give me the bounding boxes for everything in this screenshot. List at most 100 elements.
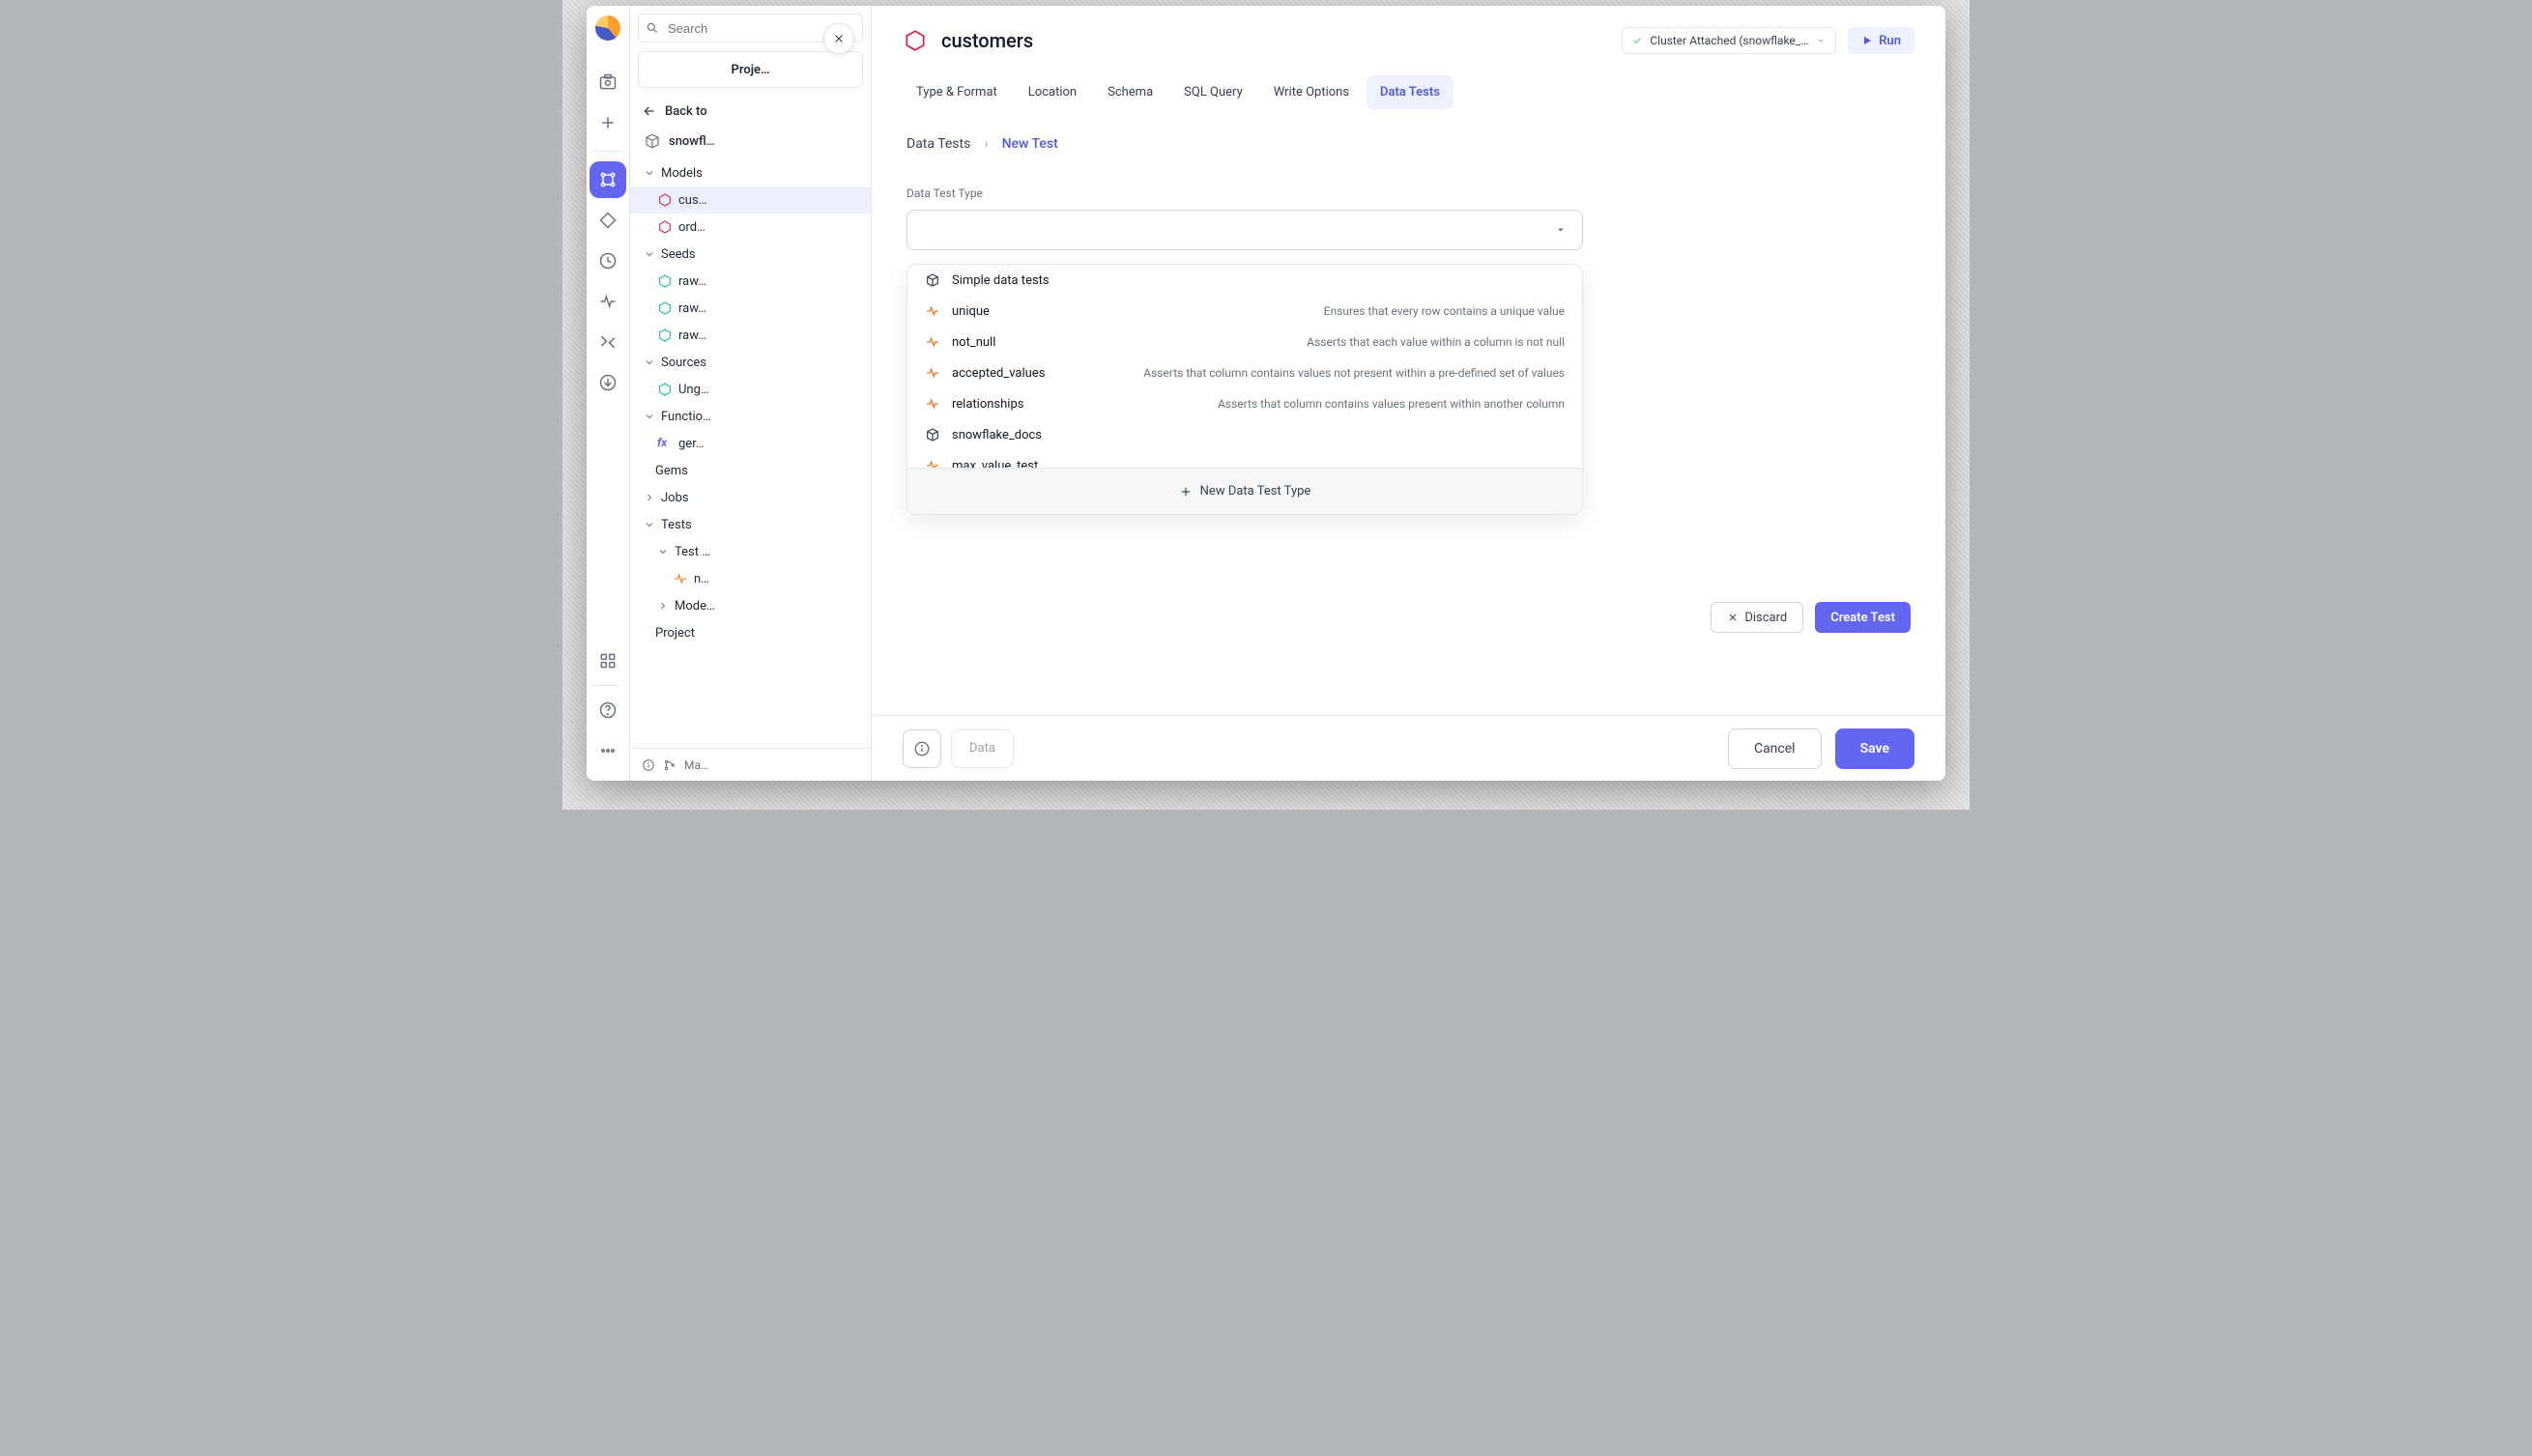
cube-icon bbox=[925, 427, 940, 443]
branch-icon bbox=[663, 758, 676, 772]
play-icon bbox=[1861, 35, 1873, 46]
dropdown-option-accepted-values[interactable]: accepted_valuesAsserts that column conta… bbox=[907, 357, 1582, 388]
tree-source-0[interactable]: Ung… bbox=[630, 376, 871, 403]
plus-icon bbox=[1179, 485, 1193, 499]
discard-button[interactable]: Discard bbox=[1711, 602, 1803, 633]
tab-write-options[interactable]: Write Options bbox=[1260, 75, 1363, 109]
close-icon bbox=[1727, 612, 1739, 623]
tree-model-customers[interactable]: cus… bbox=[630, 186, 871, 214]
tree-jobs[interactable]: Jobs bbox=[630, 484, 871, 511]
crumb-data-tests[interactable]: Data Tests bbox=[906, 136, 970, 152]
rail-download-icon[interactable] bbox=[590, 364, 626, 401]
run-button[interactable]: Run bbox=[1848, 27, 1914, 54]
cancel-button[interactable]: Cancel bbox=[1728, 728, 1822, 769]
tree-mode[interactable]: Mode… bbox=[630, 592, 871, 619]
dropdown-option-snowflake-docs[interactable]: snowflake_docs bbox=[907, 419, 1582, 450]
run-label: Run bbox=[1879, 34, 1901, 48]
hex-icon bbox=[657, 273, 673, 289]
cube-icon bbox=[925, 272, 940, 288]
close-icon bbox=[832, 32, 846, 45]
chevron-down-icon bbox=[1816, 36, 1826, 45]
sidebar-project-row[interactable]: snowfl… bbox=[630, 125, 871, 157]
tree-sources[interactable]: Sources bbox=[630, 349, 871, 376]
rail-help-icon[interactable] bbox=[590, 692, 626, 728]
tree-gems[interactable]: Gems bbox=[630, 457, 871, 484]
tree-func-0[interactable]: fxger… bbox=[630, 430, 871, 457]
rail-add-icon[interactable] bbox=[590, 104, 626, 141]
pulse-icon bbox=[925, 396, 940, 412]
project-header[interactable]: Proje… bbox=[638, 51, 863, 88]
rail-diamond-icon[interactable] bbox=[590, 202, 626, 239]
tree-seed-2[interactable]: raw… bbox=[630, 322, 871, 349]
sidebar: Proje… Back to snowfl… Models cus… ord… … bbox=[630, 6, 872, 781]
dropdown-option-max-value-test[interactable]: max_value_test bbox=[907, 450, 1582, 468]
info-icon bbox=[913, 740, 931, 757]
tab-location[interactable]: Location bbox=[1015, 75, 1090, 109]
discard-label: Discard bbox=[1744, 611, 1787, 625]
new-data-test-type-button[interactable]: New Data Test Type bbox=[907, 468, 1582, 514]
pulse-icon bbox=[925, 334, 940, 350]
rail-history-icon[interactable] bbox=[590, 243, 626, 279]
dropdown-option-name: Simple data tests bbox=[952, 273, 1050, 288]
tree-functions[interactable]: Functio… bbox=[630, 403, 871, 430]
dropdown-option-name: snowflake_docs bbox=[952, 428, 1042, 443]
sidebar-footer-label: Ma… bbox=[684, 758, 708, 772]
field-label: Data Test Type bbox=[906, 186, 1583, 200]
pulse-icon bbox=[673, 571, 688, 586]
pulse-icon bbox=[925, 303, 940, 319]
data-pill[interactable]: Data bbox=[951, 729, 1014, 768]
tree-test-sub-0[interactable]: n… bbox=[630, 565, 871, 592]
rail-apps-icon[interactable] bbox=[590, 642, 626, 679]
fx-icon: fx bbox=[657, 436, 673, 451]
info-button[interactable] bbox=[903, 729, 941, 768]
tree-models[interactable]: Models bbox=[630, 159, 871, 186]
tab-schema[interactable]: Schema bbox=[1094, 75, 1166, 109]
tree-tests[interactable]: Tests bbox=[630, 511, 871, 538]
info-icon bbox=[642, 758, 655, 772]
sidebar-tree: Models cus… ord… Seeds raw… raw… raw… So… bbox=[630, 157, 871, 648]
dropdown-option-name: accepted_values bbox=[952, 366, 1045, 381]
tree-model-orders[interactable]: ord… bbox=[630, 214, 871, 241]
cluster-label: Cluster Attached (snowflake_… bbox=[1650, 34, 1808, 47]
rail-config-icon[interactable] bbox=[590, 324, 626, 360]
sidebar-project-name: snowfl… bbox=[669, 134, 715, 149]
dropdown-footer-label: New Data Test Type bbox=[1200, 484, 1311, 499]
dropdown-option-name: unique bbox=[952, 304, 990, 319]
tab-data-tests[interactable]: Data Tests bbox=[1367, 75, 1453, 109]
tab-type-format[interactable]: Type & Format bbox=[903, 75, 1011, 109]
back-button[interactable]: Back to bbox=[630, 98, 871, 125]
hex-icon bbox=[657, 382, 673, 397]
tab-sql-query[interactable]: SQL Query bbox=[1170, 75, 1256, 109]
check-icon bbox=[1632, 36, 1642, 45]
create-test-button[interactable]: Create Test bbox=[1815, 602, 1911, 633]
main-area: customers Cluster Attached (snowflake_… … bbox=[872, 6, 1945, 781]
caret-down-icon bbox=[1555, 224, 1567, 236]
dropdown-option-desc: Ensures that every row contains a unique… bbox=[1324, 304, 1565, 318]
rail-more-icon[interactable] bbox=[590, 732, 626, 769]
icon-rail bbox=[587, 6, 630, 781]
dropdown-option-simple-data-tests[interactable]: Simple data tests bbox=[907, 265, 1582, 296]
close-button[interactable] bbox=[823, 23, 854, 54]
dropdown-option-name: max_value_test bbox=[952, 459, 1038, 469]
tree-seed-1[interactable]: raw… bbox=[630, 295, 871, 322]
data-test-type-select[interactable] bbox=[906, 210, 1583, 250]
rail-pipeline-icon[interactable] bbox=[590, 161, 626, 198]
sidebar-footer[interactable]: Ma… bbox=[630, 748, 871, 781]
dropdown-option-not-null[interactable]: not_nullAsserts that each value within a… bbox=[907, 327, 1582, 357]
cluster-dropdown[interactable]: Cluster Attached (snowflake_… bbox=[1622, 27, 1836, 54]
rail-activity-icon[interactable] bbox=[590, 283, 626, 320]
tree-seeds[interactable]: Seeds bbox=[630, 241, 871, 268]
back-label: Back to bbox=[665, 104, 707, 119]
save-button[interactable]: Save bbox=[1835, 728, 1914, 769]
tree-seed-0[interactable]: raw… bbox=[630, 268, 871, 295]
pulse-icon bbox=[925, 458, 940, 468]
data-test-dropdown: Simple data tests unique Ensures that ever… bbox=[906, 264, 1583, 515]
rail-camera-icon[interactable] bbox=[590, 64, 626, 100]
modal-title: customers bbox=[941, 29, 1033, 52]
search-icon bbox=[646, 21, 659, 35]
tree-test-0[interactable]: Test … bbox=[630, 538, 871, 565]
tree-project[interactable]: Project bbox=[630, 619, 871, 646]
hex-icon bbox=[657, 300, 673, 316]
dropdown-option-relationships[interactable]: relationshipsAsserts that column contain… bbox=[907, 388, 1582, 419]
dropdown-option-unique[interactable]: unique Ensures that every row contains a … bbox=[907, 296, 1582, 327]
